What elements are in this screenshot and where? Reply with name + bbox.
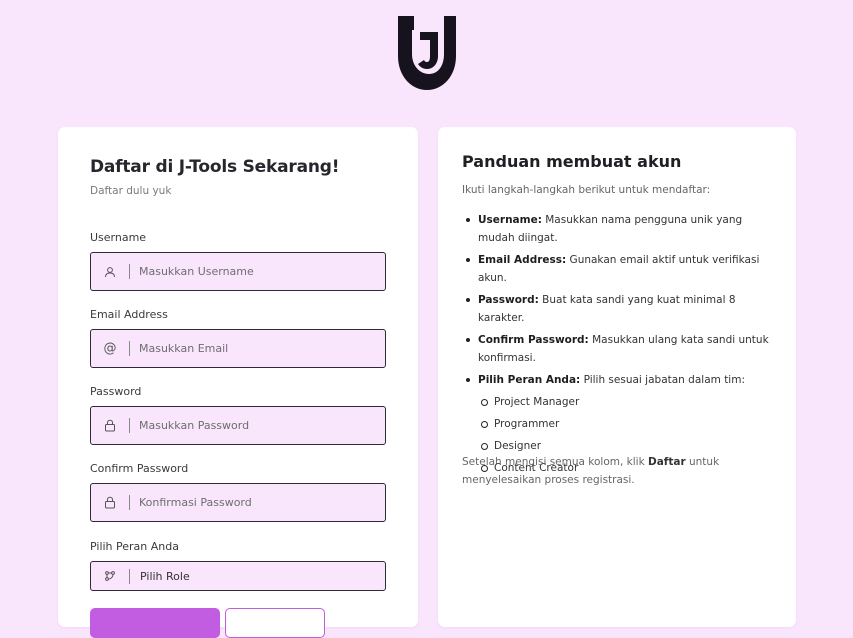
password-input[interactable] xyxy=(139,419,369,432)
j-tools-logo xyxy=(398,16,456,90)
role-item: Project Manager xyxy=(478,393,782,411)
user-icon xyxy=(91,266,129,278)
role-item: Programmer xyxy=(478,415,782,433)
form-title: Daftar di J-Tools Sekarang! xyxy=(90,157,340,177)
username-field[interactable] xyxy=(90,252,386,291)
roles-icon xyxy=(91,570,129,582)
password-label: Password xyxy=(90,385,142,398)
field-separator xyxy=(129,264,130,279)
guide-intro: Ikuti langkah-langkah berikut untuk mend… xyxy=(462,184,711,196)
confirm-password-field[interactable] xyxy=(90,483,386,522)
guide-step: Email Address: Gunakan email aktif untuk… xyxy=(462,251,782,287)
register-button[interactable] xyxy=(90,608,220,638)
email-field[interactable]: @ xyxy=(90,329,386,368)
username-label: Username xyxy=(90,231,147,244)
guide-steps: Username: Masukkan nama pengguna unik ya… xyxy=(462,211,782,481)
guide-step: Confirm Password: Masukkan ulang kata sa… xyxy=(462,331,782,367)
username-input[interactable] xyxy=(139,265,369,278)
field-separator xyxy=(129,568,130,584)
confirm-password-input[interactable] xyxy=(139,496,369,509)
form-subtitle: Daftar dulu yuk xyxy=(90,185,172,197)
register-card: Daftar di J-Tools Sekarang! Daftar dulu … xyxy=(58,127,418,638)
field-separator xyxy=(129,495,130,510)
field-separator xyxy=(129,341,130,356)
email-label: Email Address xyxy=(90,308,168,321)
confirm-password-label: Confirm Password xyxy=(90,462,189,475)
guide-title: Panduan membuat akun xyxy=(462,152,682,171)
email-input[interactable] xyxy=(139,342,369,355)
role-label: Pilih Peran Anda xyxy=(90,540,179,553)
at-icon: @ xyxy=(103,341,117,356)
secondary-button[interactable] xyxy=(225,608,325,638)
field-separator xyxy=(129,418,130,433)
guide-step: Password: Buat kata sandi yang kuat mini… xyxy=(462,291,782,327)
lock-icon xyxy=(91,496,129,509)
lock-icon xyxy=(91,419,129,432)
guide-footer: Setelah mengisi semua kolom, klik Daftar… xyxy=(462,456,720,486)
guide-card: Panduan membuat akun Ikuti langkah-langk… xyxy=(438,127,796,627)
guide-step: Username: Masukkan nama pengguna unik ya… xyxy=(462,211,782,247)
password-field[interactable] xyxy=(90,406,386,445)
role-select[interactable]: Pilih Role xyxy=(90,561,386,591)
role-select-value: Pilih Role xyxy=(140,569,190,583)
